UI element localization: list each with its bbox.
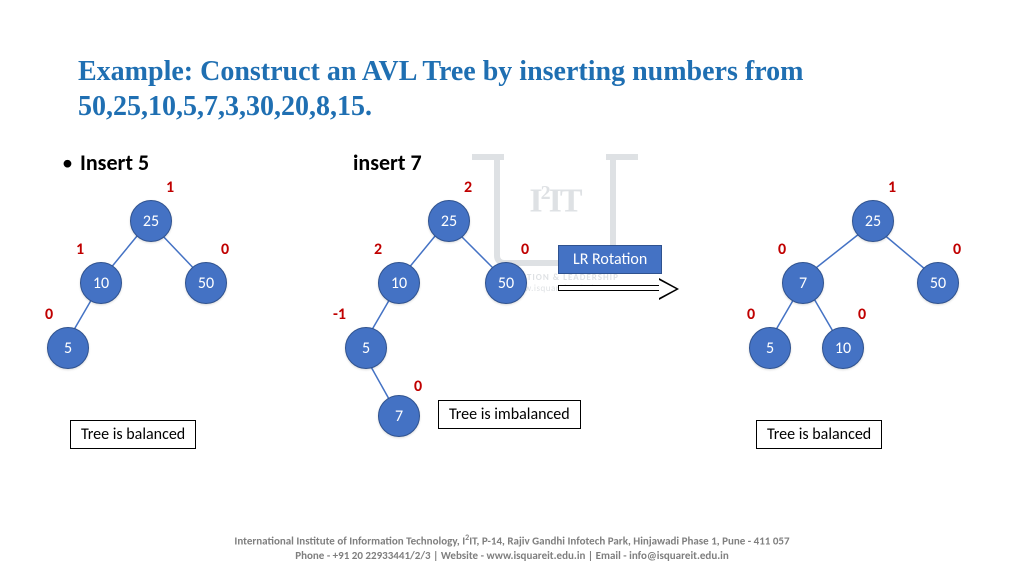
footer-line1: International Institute of Information T… <box>0 533 1024 550</box>
slide-footer: International Institute of Information T… <box>0 533 1024 564</box>
tree1-node-5: 5 <box>47 327 89 369</box>
tree2-node-10: 10 <box>378 262 420 304</box>
tree3-node-10: 10 <box>822 327 864 369</box>
tree1-node-25: 25 <box>130 200 172 242</box>
tree1-bf-10: 1 <box>76 240 84 259</box>
rotation-label: LR Rotation <box>558 245 662 274</box>
tree2-bf-50: 0 <box>521 240 529 259</box>
tree3-bf-25: 1 <box>888 178 896 197</box>
tree3-bf-50: 0 <box>953 240 961 259</box>
footer-line2: Phone - +91 20 22933441/2/3 | Website - … <box>0 549 1024 564</box>
subhead-insert-5: Insert 5 <box>80 149 149 176</box>
slide-title: Example: Construct an AVL Tree by insert… <box>78 54 958 124</box>
tree3-node-25: 25 <box>852 200 894 242</box>
tree2-bf-10: 2 <box>374 240 382 259</box>
rotation-arrow-icon <box>558 285 660 291</box>
tree2-node-25: 25 <box>428 200 470 242</box>
tree3-node-5: 5 <box>749 327 791 369</box>
subhead-insert-7: insert 7 <box>353 149 422 176</box>
tree3-caption: Tree is balanced <box>756 420 882 449</box>
tree3-bf-5: 0 <box>747 305 755 324</box>
tree1-caption: Tree is balanced <box>70 420 196 449</box>
tree1-bf-25: 1 <box>166 178 174 197</box>
tree1-node-10: 10 <box>80 262 122 304</box>
tree2-node-7: 7 <box>378 395 420 437</box>
tree1-node-50: 50 <box>185 262 227 304</box>
bullet-dot: • <box>62 149 73 176</box>
tree3-node-7: 7 <box>782 262 824 304</box>
watermark-brand: I2IT <box>500 160 610 220</box>
tree2-bf-5: -1 <box>333 305 346 324</box>
tree2-caption: Tree is imbalanced <box>438 400 581 429</box>
tree3-bf-7: 0 <box>778 240 786 259</box>
tree2-node-5: 5 <box>345 327 387 369</box>
tree2-bf-7: 0 <box>414 377 422 396</box>
tree3-bf-10: 0 <box>858 305 866 324</box>
tree2-bf-25: 2 <box>464 178 472 197</box>
tree1-bf-50: 0 <box>221 240 229 259</box>
tree2-node-50: 50 <box>485 262 527 304</box>
tree1-bf-5: 0 <box>45 305 53 324</box>
tree3-node-50: 50 <box>917 262 959 304</box>
